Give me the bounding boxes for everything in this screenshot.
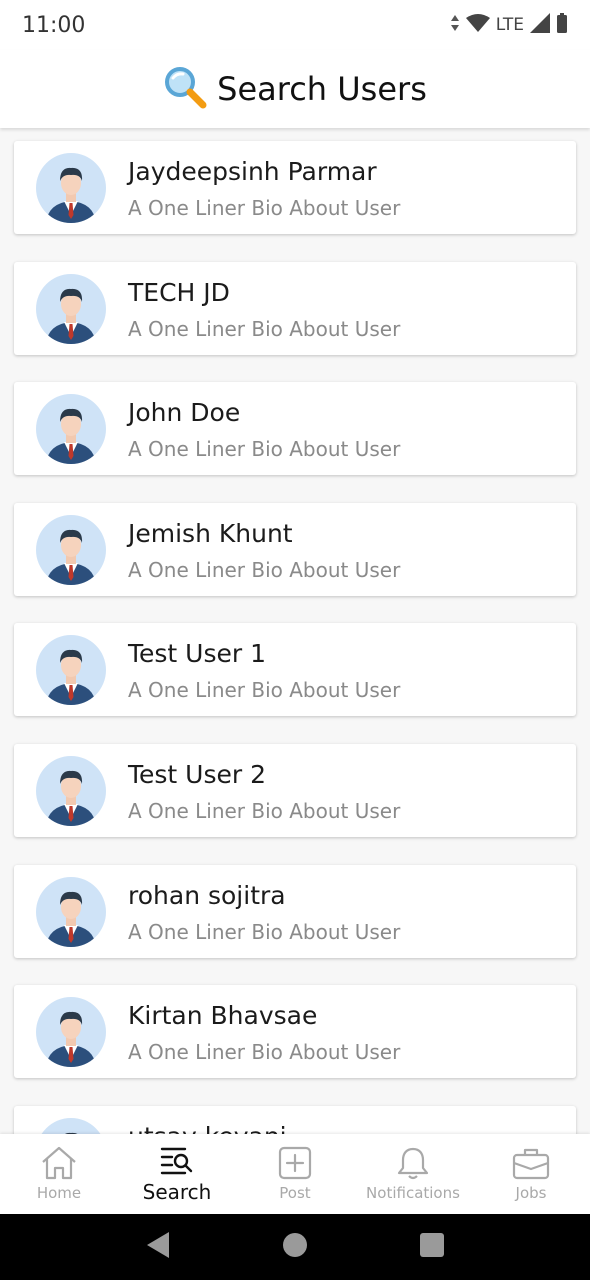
battery-icon xyxy=(556,12,568,38)
user-bio: A One Liner Bio About User xyxy=(128,919,401,944)
status-time: 11:00 xyxy=(22,12,86,38)
user-card[interactable]: Jemish Khunt A One Liner Bio About User xyxy=(14,502,576,596)
nav-label-home: Home xyxy=(36,1184,82,1202)
user-name: utsav kevani xyxy=(128,1122,287,1134)
user-bio: A One Liner Bio About User xyxy=(128,1040,401,1065)
home-circle-icon[interactable] xyxy=(282,1232,308,1262)
nav-label-notifications: Notifications xyxy=(366,1184,460,1202)
network-type: LTE xyxy=(495,15,524,35)
user-bio: A One Liner Bio About User xyxy=(128,799,401,823)
user-bio: A One Liner Bio About User xyxy=(128,316,401,341)
app-header: Search Users xyxy=(0,50,590,128)
system-navigation-bar xyxy=(0,1214,590,1280)
user-card[interactable]: Jaydeepsinh Parmar A One Liner Bio About… xyxy=(14,141,576,234)
nav-item-jobs[interactable]: Jobs xyxy=(472,1134,590,1214)
status-bar: 11:00 LTE xyxy=(0,0,590,50)
nav-label-post: Post xyxy=(279,1184,311,1202)
user-name: Test User 2 xyxy=(128,760,267,789)
avatar xyxy=(36,756,106,826)
add-square-icon xyxy=(277,1146,313,1180)
user-bio: A One Liner Bio About User xyxy=(128,196,401,220)
user-card[interactable]: Kirtan Bhavsae A One Liner Bio About Use… xyxy=(14,985,576,1079)
avatar xyxy=(36,876,106,947)
user-card[interactable]: John Doe A One Liner Bio About User xyxy=(14,382,576,476)
avatar xyxy=(36,273,106,344)
nav-label-search: Search xyxy=(142,1180,212,1204)
user-bio: A One Liner Bio About User xyxy=(128,557,401,582)
user-bio: A One Liner Bio About User xyxy=(128,678,401,703)
avatar xyxy=(36,153,106,223)
avatar xyxy=(36,394,106,465)
avatar xyxy=(36,635,106,706)
avatar xyxy=(36,997,106,1068)
search-list-icon xyxy=(159,1146,195,1178)
back-icon[interactable] xyxy=(145,1231,171,1263)
status-icons: LTE xyxy=(450,12,568,38)
recents-icon[interactable] xyxy=(419,1232,445,1262)
bottom-navigation: Home Search Post Notifications Jobs xyxy=(0,1134,590,1214)
nav-label-jobs: Jobs xyxy=(515,1184,547,1202)
user-bio: A One Liner Bio About User xyxy=(128,437,401,462)
magnifier-icon xyxy=(163,65,207,113)
nav-item-notifications[interactable]: Notifications xyxy=(354,1134,472,1214)
bell-icon xyxy=(396,1146,430,1180)
user-name: TECH JD xyxy=(128,277,230,307)
signal-icon xyxy=(530,12,550,38)
avatar xyxy=(36,514,106,585)
user-list[interactable]: Jaydeepsinh Parmar A One Liner Bio About… xyxy=(0,128,590,1134)
nav-item-search[interactable]: Search xyxy=(118,1134,236,1214)
nav-item-home[interactable]: Home xyxy=(0,1134,118,1214)
data-arrows-icon xyxy=(450,14,460,37)
user-card[interactable]: TECH JD A One Liner Bio About User xyxy=(14,261,576,355)
user-name: rohan sojitra xyxy=(128,880,286,910)
nav-item-post[interactable]: Post xyxy=(236,1134,354,1214)
user-card[interactable]: rohan sojitra A One Liner Bio About User xyxy=(14,864,576,958)
avatar xyxy=(36,1117,106,1134)
user-card[interactable]: utsav kevani A One Liner Bio About User xyxy=(14,1105,576,1134)
user-name: Test User 1 xyxy=(128,639,267,669)
page-title: Search Users xyxy=(217,70,427,108)
user-card[interactable]: Test User 2 A One Liner Bio About User xyxy=(14,744,576,837)
home-icon xyxy=(40,1146,78,1180)
user-name: Kirtan Bhavsae xyxy=(128,1001,318,1031)
wifi-icon xyxy=(465,13,490,37)
user-name: John Doe xyxy=(128,398,241,428)
user-name: Jaydeepsinh Parmar xyxy=(128,157,377,186)
briefcase-icon xyxy=(512,1146,550,1180)
user-name: Jemish Khunt xyxy=(128,518,293,548)
user-card[interactable]: Test User 1 A One Liner Bio About User xyxy=(14,623,576,717)
